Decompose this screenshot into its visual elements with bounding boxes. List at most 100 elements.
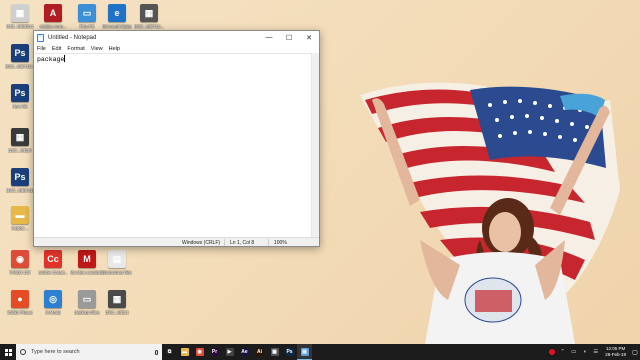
notepad-app-icon bbox=[37, 33, 44, 42]
taskbar-task-view-button[interactable]: ⧉ bbox=[162, 344, 177, 360]
notepad-text-area[interactable]: package bbox=[35, 53, 311, 237]
taskbar-notepad-button[interactable]: ▤ bbox=[297, 344, 312, 360]
menu-file[interactable]: File bbox=[37, 46, 46, 52]
app-icon: Ps bbox=[11, 84, 29, 102]
system-tray: ⌃ ▭ ◖ ☰ 12:05 PM 28-Feb-19 ▢ bbox=[546, 344, 640, 360]
minimize-button[interactable]: — bbox=[259, 31, 279, 44]
close-button[interactable]: ✕ bbox=[299, 31, 319, 44]
app-icon: ▦ bbox=[11, 4, 29, 22]
video-editor-icon: ▶ bbox=[225, 348, 234, 356]
notepad-titlebar[interactable]: Untitled - Notepad — ☐ ✕ bbox=[34, 31, 319, 44]
chrome-icon: ◉ bbox=[195, 348, 204, 356]
photo-app-icon: ▦ bbox=[270, 348, 279, 356]
app-icon: ▦ bbox=[140, 4, 158, 22]
keyboard-icon[interactable]: ☰ bbox=[590, 344, 601, 360]
desktop-icon-label: McAfee LiveSafe bbox=[69, 270, 105, 275]
menu-format[interactable]: Format bbox=[67, 46, 84, 52]
desktop-icon-label: S-Mode bbox=[45, 310, 61, 315]
desktop-icon-label: Adobe Acro... bbox=[39, 24, 67, 29]
desktop-icon-photoshop-files[interactable]: ▤ photoshop files bbox=[100, 250, 134, 294]
desktop-icon-adobe-creative-cloud[interactable]: Cc Adobe Creati... bbox=[36, 250, 70, 294]
desktop-icon-label: photoshop files bbox=[101, 270, 133, 275]
desktop-icon-label: New file bbox=[11, 104, 28, 109]
taskbar: Type here to search ⧉ ▬ ◉ Pr ▶ Ae Ai ▦ Ps ▤ ⌃ ▭ ◖… bbox=[0, 344, 640, 360]
taskbar-after-effects-button[interactable]: Ae bbox=[237, 344, 252, 360]
desktop-icon-s-mode[interactable]: ◎ S-Mode bbox=[36, 290, 70, 334]
taskbar-photoshop-button[interactable]: Ps bbox=[282, 344, 297, 360]
illustrator-icon: Ai bbox=[255, 348, 264, 356]
battery-icon[interactable]: ▭ bbox=[568, 344, 579, 360]
app-icon: e bbox=[108, 4, 126, 22]
maximize-button[interactable]: ☐ bbox=[279, 31, 299, 44]
desktop-icon-desktop-files[interactable]: ▭ desktop files bbox=[70, 290, 104, 334]
desktop-icon-player[interactable]: ● iOSkit Player bbox=[3, 290, 37, 334]
desktop-icon-label: desktop files bbox=[74, 310, 100, 315]
desktop-icon-label: DSC_MB712... bbox=[133, 24, 164, 29]
app-icon: ▭ bbox=[78, 4, 96, 22]
start-button[interactable] bbox=[0, 344, 16, 360]
desktop-icon-label: FX600 ... bbox=[10, 226, 30, 231]
notepad-title: Untitled - Notepad bbox=[48, 34, 97, 41]
notepad-window[interactable]: Untitled - Notepad — ☐ ✕ File Edit Forma… bbox=[33, 30, 320, 247]
taskbar-photo-app-button[interactable]: ▦ bbox=[267, 344, 282, 360]
notification-center-icon[interactable]: ▢ bbox=[630, 344, 640, 360]
task-view-icon: ⧉ bbox=[165, 348, 174, 356]
taskbar-search-box[interactable]: Type here to search bbox=[16, 344, 162, 360]
taskbar-app-list: ⧉ ▬ ◉ Pr ▶ Ae Ai ▦ Ps ▤ bbox=[162, 344, 312, 360]
clock-date: 28-Feb-19 bbox=[605, 352, 626, 357]
premiere-icon: Pr bbox=[210, 348, 219, 356]
photoshop-icon: Ps bbox=[285, 348, 294, 356]
taskbar-premiere-button[interactable]: Pr bbox=[207, 344, 222, 360]
app-icon: ▤ bbox=[108, 250, 126, 268]
text-caret bbox=[64, 55, 65, 62]
app-icon: M bbox=[78, 250, 96, 268]
search-placeholder: Type here to search bbox=[31, 349, 80, 355]
search-icon bbox=[20, 349, 26, 355]
desktop-icon-dsc-mb17[interactable]: ▦ DSC_MB17 bbox=[3, 128, 37, 172]
desktop-icon-label: IMG_MB8812 bbox=[6, 24, 34, 29]
status-separator bbox=[268, 239, 269, 246]
desktop-icon-label: This PC bbox=[78, 24, 95, 29]
app-icon: Ps bbox=[11, 44, 29, 62]
desktop-icon-photoshop-file-2[interactable]: Ps New file bbox=[3, 84, 37, 128]
app-icon: Cc bbox=[44, 250, 62, 268]
taskbar-file-explorer-button[interactable]: ▬ bbox=[177, 344, 192, 360]
record-icon[interactable] bbox=[546, 344, 557, 360]
status-position: Ln 1, Col 8 bbox=[230, 240, 255, 246]
status-zoom: 100% bbox=[274, 240, 287, 246]
desktop-icon-label: Microsoft Edge bbox=[101, 24, 132, 29]
desktop-icon-photoshop-file-1[interactable]: Ps DSC_MB712 1 bbox=[3, 44, 37, 88]
desktop-icon-folder[interactable]: ▬ FX600 ... bbox=[3, 206, 37, 250]
app-icon: Ps bbox=[11, 168, 29, 186]
menu-edit[interactable]: Edit bbox=[52, 46, 61, 52]
app-icon: ● bbox=[11, 290, 29, 308]
menu-view[interactable]: View bbox=[91, 46, 103, 52]
menu-help[interactable]: Help bbox=[109, 46, 120, 52]
status-separator bbox=[224, 239, 225, 246]
desktop-icon-label: iOSkit Player bbox=[6, 310, 33, 315]
vertical-scrollbar[interactable] bbox=[311, 53, 319, 237]
app-icon: A bbox=[44, 4, 62, 22]
status-encoding: Windows (CRLF) bbox=[182, 240, 221, 246]
microphone-icon[interactable] bbox=[155, 349, 158, 355]
taskbar-illustrator-button[interactable]: Ai bbox=[252, 344, 267, 360]
notepad-menubar: File Edit Format View Help bbox=[34, 44, 319, 53]
app-icon: ▬ bbox=[11, 206, 29, 224]
desktop-icon-label: FX600 10F bbox=[8, 270, 32, 275]
desktop-icon-img-mb8812[interactable]: ▦ IMG_MB8812 bbox=[3, 4, 37, 48]
notepad-icon: ▤ bbox=[300, 347, 309, 356]
desktop-icon-mcafee[interactable]: M McAfee LiveSafe bbox=[70, 250, 104, 294]
desktop-icon-dsc-mb21[interactable]: ▦ DSC_MB21 bbox=[100, 290, 134, 334]
taskbar-video-editor-button[interactable]: ▶ bbox=[222, 344, 237, 360]
taskbar-chrome-button[interactable]: ◉ bbox=[192, 344, 207, 360]
desktop-icon-label: DSC_MB9 (1) bbox=[5, 188, 34, 193]
volume-icon[interactable]: ◖ bbox=[579, 344, 590, 360]
desktop-icon-label: DSC_MB21 bbox=[105, 310, 129, 315]
after-effects-icon: Ae bbox=[240, 348, 249, 356]
app-icon: ◉ bbox=[11, 250, 29, 268]
tray-overflow-icon[interactable]: ⌃ bbox=[557, 344, 568, 360]
desktop-icon-chrome[interactable]: ◉ FX600 10F bbox=[3, 250, 37, 294]
desktop-icon-label: DSC_MB17 bbox=[8, 148, 32, 153]
app-icon: ▭ bbox=[78, 290, 96, 308]
taskbar-clock[interactable]: 12:05 PM 28-Feb-19 bbox=[601, 346, 630, 358]
